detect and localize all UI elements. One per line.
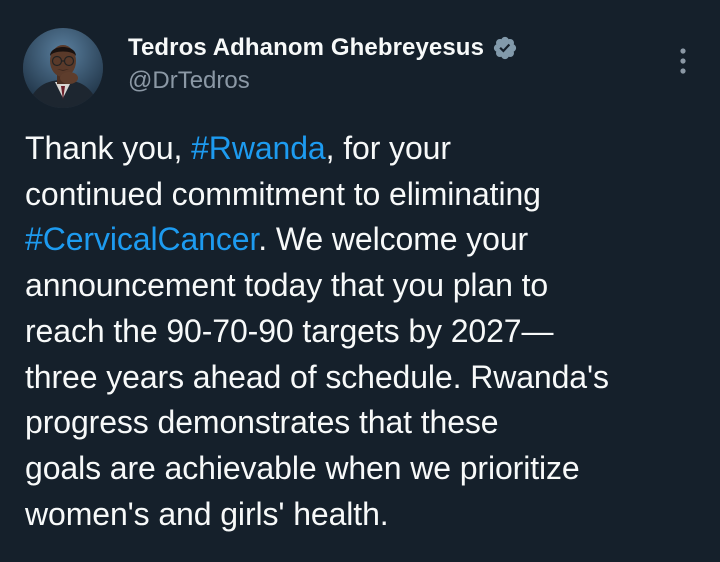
- tweet-text-line: women's and girls' health.: [25, 492, 710, 538]
- tweet-text: Thank you, #Rwanda, for your continued co…: [25, 126, 710, 537]
- avatar-photo-icon: [23, 28, 103, 108]
- hashtag-link[interactable]: #Rwanda: [191, 130, 326, 166]
- tweet-card: Tedros Adhanom Ghebreyesus @DrTedros Tha…: [0, 0, 720, 562]
- author-info: Tedros Adhanom Ghebreyesus @DrTedros: [128, 31, 518, 95]
- tweet-text-segment: continued commitment to eliminating: [25, 175, 541, 212]
- user-handle[interactable]: @DrTedros: [128, 67, 518, 95]
- tweet-text-segment: announcement today that you plan to: [25, 267, 549, 304]
- tweet-text-line: progress demonstrates that these: [25, 400, 710, 446]
- tweet-text-line: three years ahead of schedule. Rwanda's: [25, 355, 710, 401]
- display-name[interactable]: Tedros Adhanom Ghebreyesus: [128, 34, 484, 62]
- tweet-text-line: announcement today that you plan to: [25, 263, 710, 309]
- tweet-text-line: continued commitment to eliminating: [25, 172, 710, 218]
- tweet-text-segment: progress demonstrates that these: [25, 404, 499, 441]
- verified-badge-icon[interactable]: [492, 35, 518, 61]
- tweet-text-segment: three years ahead of schedule. Rwanda's: [25, 358, 609, 395]
- tweet-text-segment: Thank you,: [25, 130, 192, 166]
- tweet-text-line: Thank you, #Rwanda, for your: [25, 126, 710, 172]
- tweet-text-segment: , for your: [325, 130, 451, 166]
- tweet-text-segment: reach the 90-70-90 targets by 2027—: [25, 312, 554, 349]
- avatar[interactable]: [23, 28, 103, 108]
- more-options-icon[interactable]: [678, 46, 688, 76]
- tweet-text-segment: goals are achievable when we prioritize: [25, 449, 580, 486]
- tweet-text-line: reach the 90-70-90 targets by 2027—: [25, 309, 710, 355]
- hashtag-link[interactable]: #CervicalCancer: [25, 221, 258, 257]
- name-row: Tedros Adhanom Ghebreyesus: [128, 31, 518, 65]
- tweet-text-line: #CervicalCancer. We welcome your: [25, 217, 710, 263]
- tweet-text-line: goals are achievable when we prioritize: [25, 446, 710, 492]
- tweet-text-segment: women's and girls' health.: [25, 495, 389, 532]
- tweet-text-segment: . We welcome your: [258, 221, 529, 258]
